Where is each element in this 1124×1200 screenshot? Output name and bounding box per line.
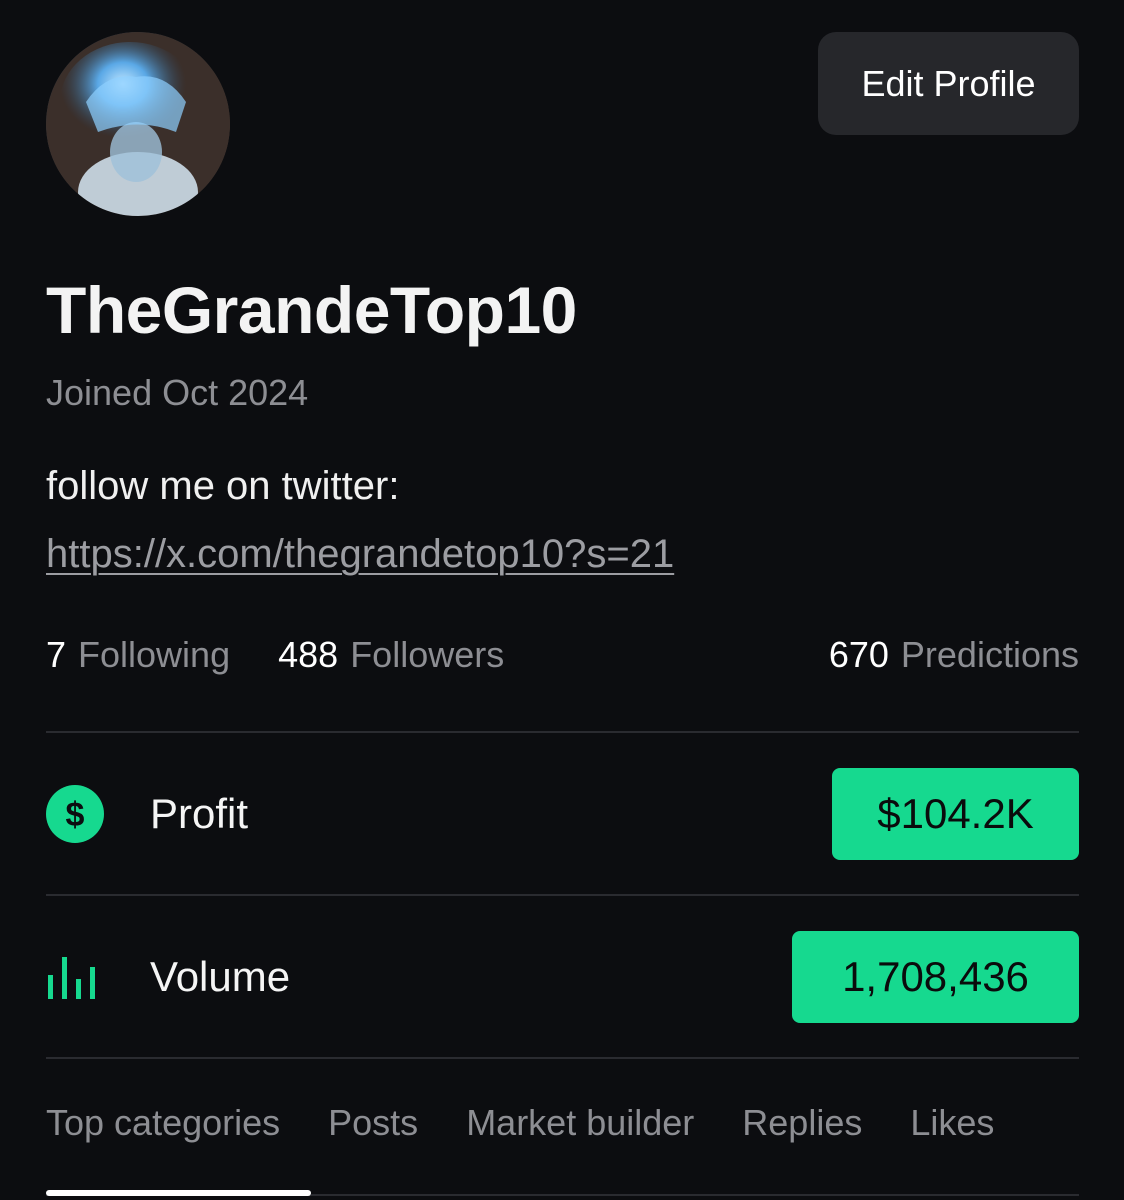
profit-row: $ Profit $104.2K: [46, 768, 1079, 860]
profile-username: TheGrandeTop10: [46, 273, 577, 347]
followers-count: 488: [278, 634, 339, 675]
profile-page: Edit Profile TheGrandeTop10 Joined Oct 2…: [0, 0, 1124, 1200]
profile-bio: follow me on twitter: https://x.com/theg…: [46, 452, 806, 588]
edit-profile-button[interactable]: Edit Profile: [818, 32, 1079, 135]
followers-stat[interactable]: 488 Followers: [278, 634, 504, 676]
following-label: Following: [78, 634, 231, 675]
bio-text: follow me on twitter:: [46, 464, 400, 508]
avatar-image: [46, 32, 230, 216]
divider: [46, 731, 1079, 733]
profile-stats: 7 Following 488 Followers 670 Predictions: [46, 634, 1079, 676]
predictions-count: 670: [828, 634, 889, 675]
bio-link[interactable]: https://x.com/thegrandetop10?s=21: [46, 532, 674, 576]
tab-market-builder[interactable]: Market builder: [466, 1102, 694, 1144]
profit-value: $104.2K: [832, 768, 1079, 860]
svg-text:$: $: [66, 796, 85, 834]
bar-chart-icon: [46, 943, 114, 1011]
tab-likes[interactable]: Likes: [910, 1102, 994, 1144]
profile-tabs: Top categories Posts Market builder Repl…: [46, 1102, 1079, 1144]
tab-replies[interactable]: Replies: [742, 1102, 862, 1144]
predictions-label: Predictions: [900, 634, 1079, 675]
volume-value: 1,708,436: [792, 931, 1079, 1023]
followers-label: Followers: [350, 634, 505, 675]
following-count: 7: [46, 634, 67, 675]
profile-avatar[interactable]: [46, 32, 230, 216]
dollar-icon: $: [46, 780, 114, 848]
following-stat[interactable]: 7 Following: [46, 634, 230, 676]
volume-row: Volume 1,708,436: [46, 931, 1079, 1023]
profit-label: Profit: [150, 790, 249, 837]
joined-date: Joined Oct 2024: [46, 372, 309, 413]
volume-label: Volume: [150, 953, 291, 1000]
active-tab-indicator: [46, 1190, 311, 1196]
tab-posts[interactable]: Posts: [328, 1102, 418, 1144]
divider: [46, 894, 1079, 896]
divider: [46, 1057, 1079, 1059]
tab-top-categories[interactable]: Top categories: [46, 1102, 280, 1144]
predictions-stat[interactable]: 670 Predictions: [829, 634, 1079, 676]
